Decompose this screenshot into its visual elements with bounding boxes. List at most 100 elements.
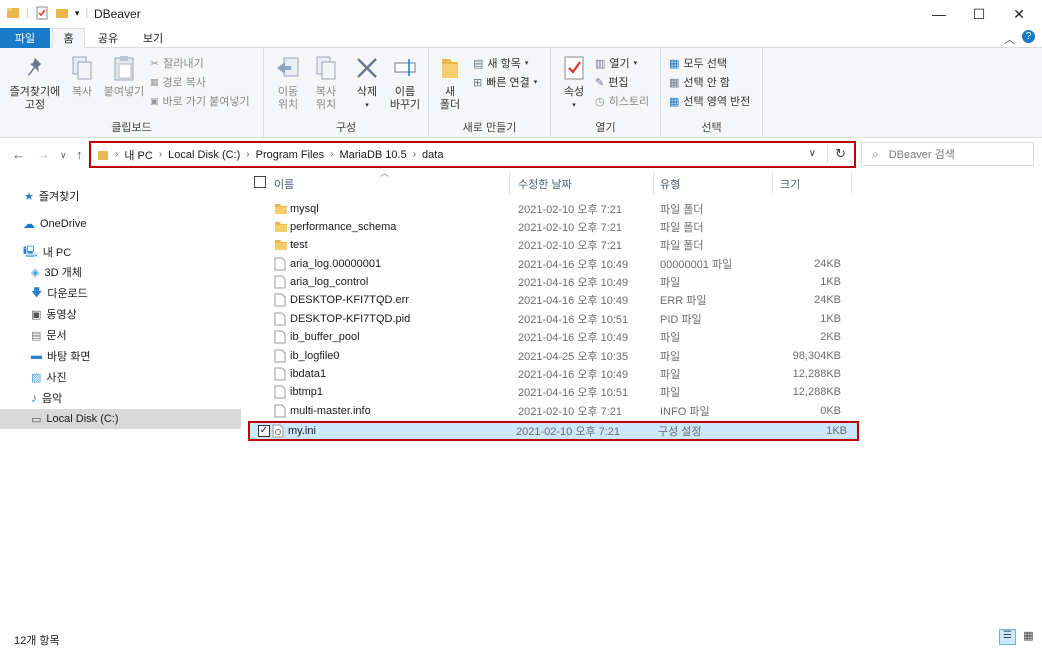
nav-item-label: 바탕 화면 — [47, 351, 91, 363]
paste-icon — [114, 56, 134, 81]
large-icons-view-icon[interactable]: ▦ — [1020, 629, 1037, 645]
open-label: 열기 — [609, 58, 630, 70]
tab-home[interactable]: 홈 — [52, 28, 85, 48]
address-dropdown-icon[interactable]: ∨ — [809, 148, 816, 159]
file-row[interactable]: aria_log_control 2021-04-16 오후 10:49 파일 … — [250, 273, 852, 291]
column-header-size[interactable]: 크기 — [780, 176, 800, 192]
crumb-local-disk[interactable]: Local Disk (C:) — [168, 149, 240, 161]
search-icon: ⌕ — [872, 146, 879, 161]
rename-icon — [394, 59, 416, 76]
nav-item-local-disk[interactable]: ▭ Local Disk (C:) — [0, 409, 241, 429]
recent-dropdown-icon[interactable]: ∨ — [60, 150, 67, 161]
select-all-label: 모두 선택 — [683, 58, 727, 70]
file-row[interactable]: ibdata1 2021-04-16 오후 10:49 파일 12,288KB — [250, 365, 852, 383]
file-size: 2KB — [820, 331, 841, 343]
paste-button[interactable]: 붙여넣기 — [100, 52, 148, 99]
nav-item-favorites[interactable]: ★ 즐겨찾기 — [24, 186, 79, 206]
music-icon: ♪ — [31, 391, 37, 405]
divider — [653, 172, 654, 194]
file-row[interactable]: test 2021-02-10 오후 7:21 파일 폴더 — [250, 236, 852, 254]
details-view-icon[interactable]: ☰ — [999, 629, 1016, 645]
nav-item-3d-objects[interactable]: ◈ 3D 개체 — [31, 262, 82, 282]
tab-file[interactable]: 파일 — [0, 28, 50, 48]
history-button[interactable]: ◷ 히스토리 — [595, 93, 649, 109]
nav-item-label: Local Disk (C:) — [46, 413, 119, 425]
address-bar[interactable]: › 내 PC › Local Disk (C:) › Program Files… — [89, 141, 856, 168]
open-group: 속성 ▾ ▥ 열기 ▾ ✎ 편집 ◷ 히스토리 열기 — [551, 48, 661, 138]
forward-arrow-icon[interactable]: → — [37, 147, 50, 162]
nav-item-music[interactable]: ♪ 음악 — [31, 388, 62, 408]
copy-path-button[interactable]: ▦ 경로 복사 — [150, 74, 206, 90]
properties-icon[interactable] — [35, 6, 49, 20]
nav-item-pictures[interactable]: ▨ 사진 — [31, 367, 67, 387]
select-all-checkbox[interactable] — [254, 176, 266, 188]
crumb-program-files[interactable]: Program Files — [256, 149, 324, 161]
collapse-ribbon-icon[interactable]: ︿ — [1004, 31, 1015, 47]
column-header-name[interactable]: 이름 — [274, 176, 294, 192]
cut-button[interactable]: ✂ 잘라내기 — [150, 55, 204, 71]
pin-label-1: 즐겨찾기에 — [9, 86, 61, 98]
chevron-right-icon[interactable]: › — [159, 149, 162, 160]
rename-button[interactable]: 이름 바꾸기 — [388, 52, 422, 112]
copy-button[interactable]: 복사 — [64, 52, 100, 99]
file-row[interactable]: ibtmp1 2021-04-16 오후 10:51 파일 12,288KB — [250, 383, 852, 401]
back-arrow-icon[interactable]: ← — [12, 147, 25, 162]
chevron-right-icon[interactable]: › — [246, 149, 249, 160]
nav-item-pc[interactable]: 🖳 내 PC — [23, 242, 71, 262]
file-row[interactable]: DESKTOP-KFI7TQD.err 2021-04-16 오후 10:49 … — [250, 291, 852, 309]
new-folder-icon[interactable] — [55, 6, 69, 20]
nav-item-downloads[interactable]: 🡇 다운로드 — [31, 283, 88, 303]
file-date: 2021-04-16 오후 10:49 — [518, 369, 629, 381]
nav-item-desktop[interactable]: ▬ 바탕 화면 — [31, 346, 91, 366]
nav-item-onedrive[interactable]: ☁ OneDrive — [23, 214, 86, 234]
download-icon: 🡇 — [31, 286, 43, 299]
file-row[interactable]: multi-master.info 2021-02-10 오후 7:21 INF… — [250, 402, 852, 420]
file-row-selected[interactable]: ✓ my.ini 2021-02-10 오후 7:21 구성 설정 1KB — [248, 421, 859, 441]
tab-share[interactable]: 공유 — [88, 28, 128, 48]
crumb-pc[interactable]: 내 PC — [124, 147, 152, 163]
file-row[interactable]: ib_logfile0 2021-04-25 오후 10:35 파일 98,30… — [250, 347, 852, 365]
select-all-icon: ▦ — [669, 57, 680, 70]
qat-dropdown-icon[interactable]: ▾ — [75, 8, 80, 19]
search-input[interactable]: ⌕ DBeaver 검색 — [861, 142, 1034, 166]
refresh-icon[interactable]: ↻ — [835, 146, 846, 162]
tab-view[interactable]: 보기 — [133, 28, 173, 48]
column-header-date[interactable]: 수정한 날짜 — [518, 176, 572, 192]
edit-button[interactable]: ✎ 편집 — [595, 74, 628, 90]
crumb-data[interactable]: data — [422, 149, 443, 161]
column-header-type[interactable]: 유형 — [660, 176, 680, 192]
file-size: 12,288KB — [792, 386, 841, 398]
new-folder-button[interactable]: 새 폴더 — [435, 52, 465, 112]
chevron-right-icon[interactable]: › — [413, 149, 416, 160]
pin-button[interactable]: 즐겨찾기에 고정 — [4, 52, 66, 112]
chevron-right-icon[interactable]: › — [115, 149, 118, 160]
crumb-mariadb[interactable]: MariaDB 10.5 — [339, 149, 406, 161]
properties-button[interactable]: 속성 ▾ — [557, 52, 591, 112]
nav-item-videos[interactable]: ▣ 동영상 — [31, 304, 77, 324]
new-item-button[interactable]: ▤ 새 항목 ▾ — [473, 55, 528, 71]
close-button[interactable]: ✕ — [996, 0, 1042, 28]
file-row[interactable]: aria_log.00000001 2021-04-16 오후 10:49 00… — [250, 255, 852, 273]
row-checkbox[interactable]: ✓ — [258, 425, 270, 437]
file-row[interactable]: DESKTOP-KFI7TQD.pid 2021-04-16 오후 10:51 … — [250, 310, 852, 328]
file-row[interactable]: performance_schema 2021-02-10 오후 7:21 파일… — [250, 218, 852, 236]
organize-group: 이동 위치 복사 위치 삭제 ▾ 이름 바꾸기 구성 — [264, 48, 429, 138]
copy-to-button[interactable]: 복사 위치 — [308, 52, 344, 112]
help-icon[interactable]: ? — [1022, 30, 1035, 43]
chevron-right-icon[interactable]: › — [330, 149, 333, 160]
paste-shortcut-button[interactable]: ▣ 바로 가기 붙여넣기 — [150, 93, 250, 109]
file-name: DESKTOP-KFI7TQD.pid — [290, 313, 411, 325]
easy-access-button[interactable]: ⊞ 빠른 연결 ▾ — [473, 74, 537, 90]
invert-selection-button[interactable]: ▦ 선택 영역 반전 — [669, 93, 750, 109]
nav-item-documents[interactable]: ▤ 문서 — [31, 325, 67, 345]
file-name: aria_log_control — [290, 276, 369, 288]
open-button[interactable]: ▥ 열기 ▾ — [595, 55, 637, 71]
delete-button[interactable]: 삭제 ▾ — [352, 52, 382, 112]
select-none-button[interactable]: ▦ 선택 안 함 — [669, 74, 730, 90]
file-type: 파일 — [660, 351, 681, 363]
file-row[interactable]: mysql 2021-02-10 오후 7:21 파일 폴더 — [250, 200, 852, 218]
select-all-button[interactable]: ▦ 모두 선택 — [669, 55, 727, 71]
file-row[interactable]: ib_buffer_pool 2021-04-16 오후 10:49 파일 2K… — [250, 328, 852, 346]
move-to-button[interactable]: 이동 위치 — [272, 52, 304, 112]
up-arrow-icon[interactable]: ↑ — [76, 147, 83, 162]
